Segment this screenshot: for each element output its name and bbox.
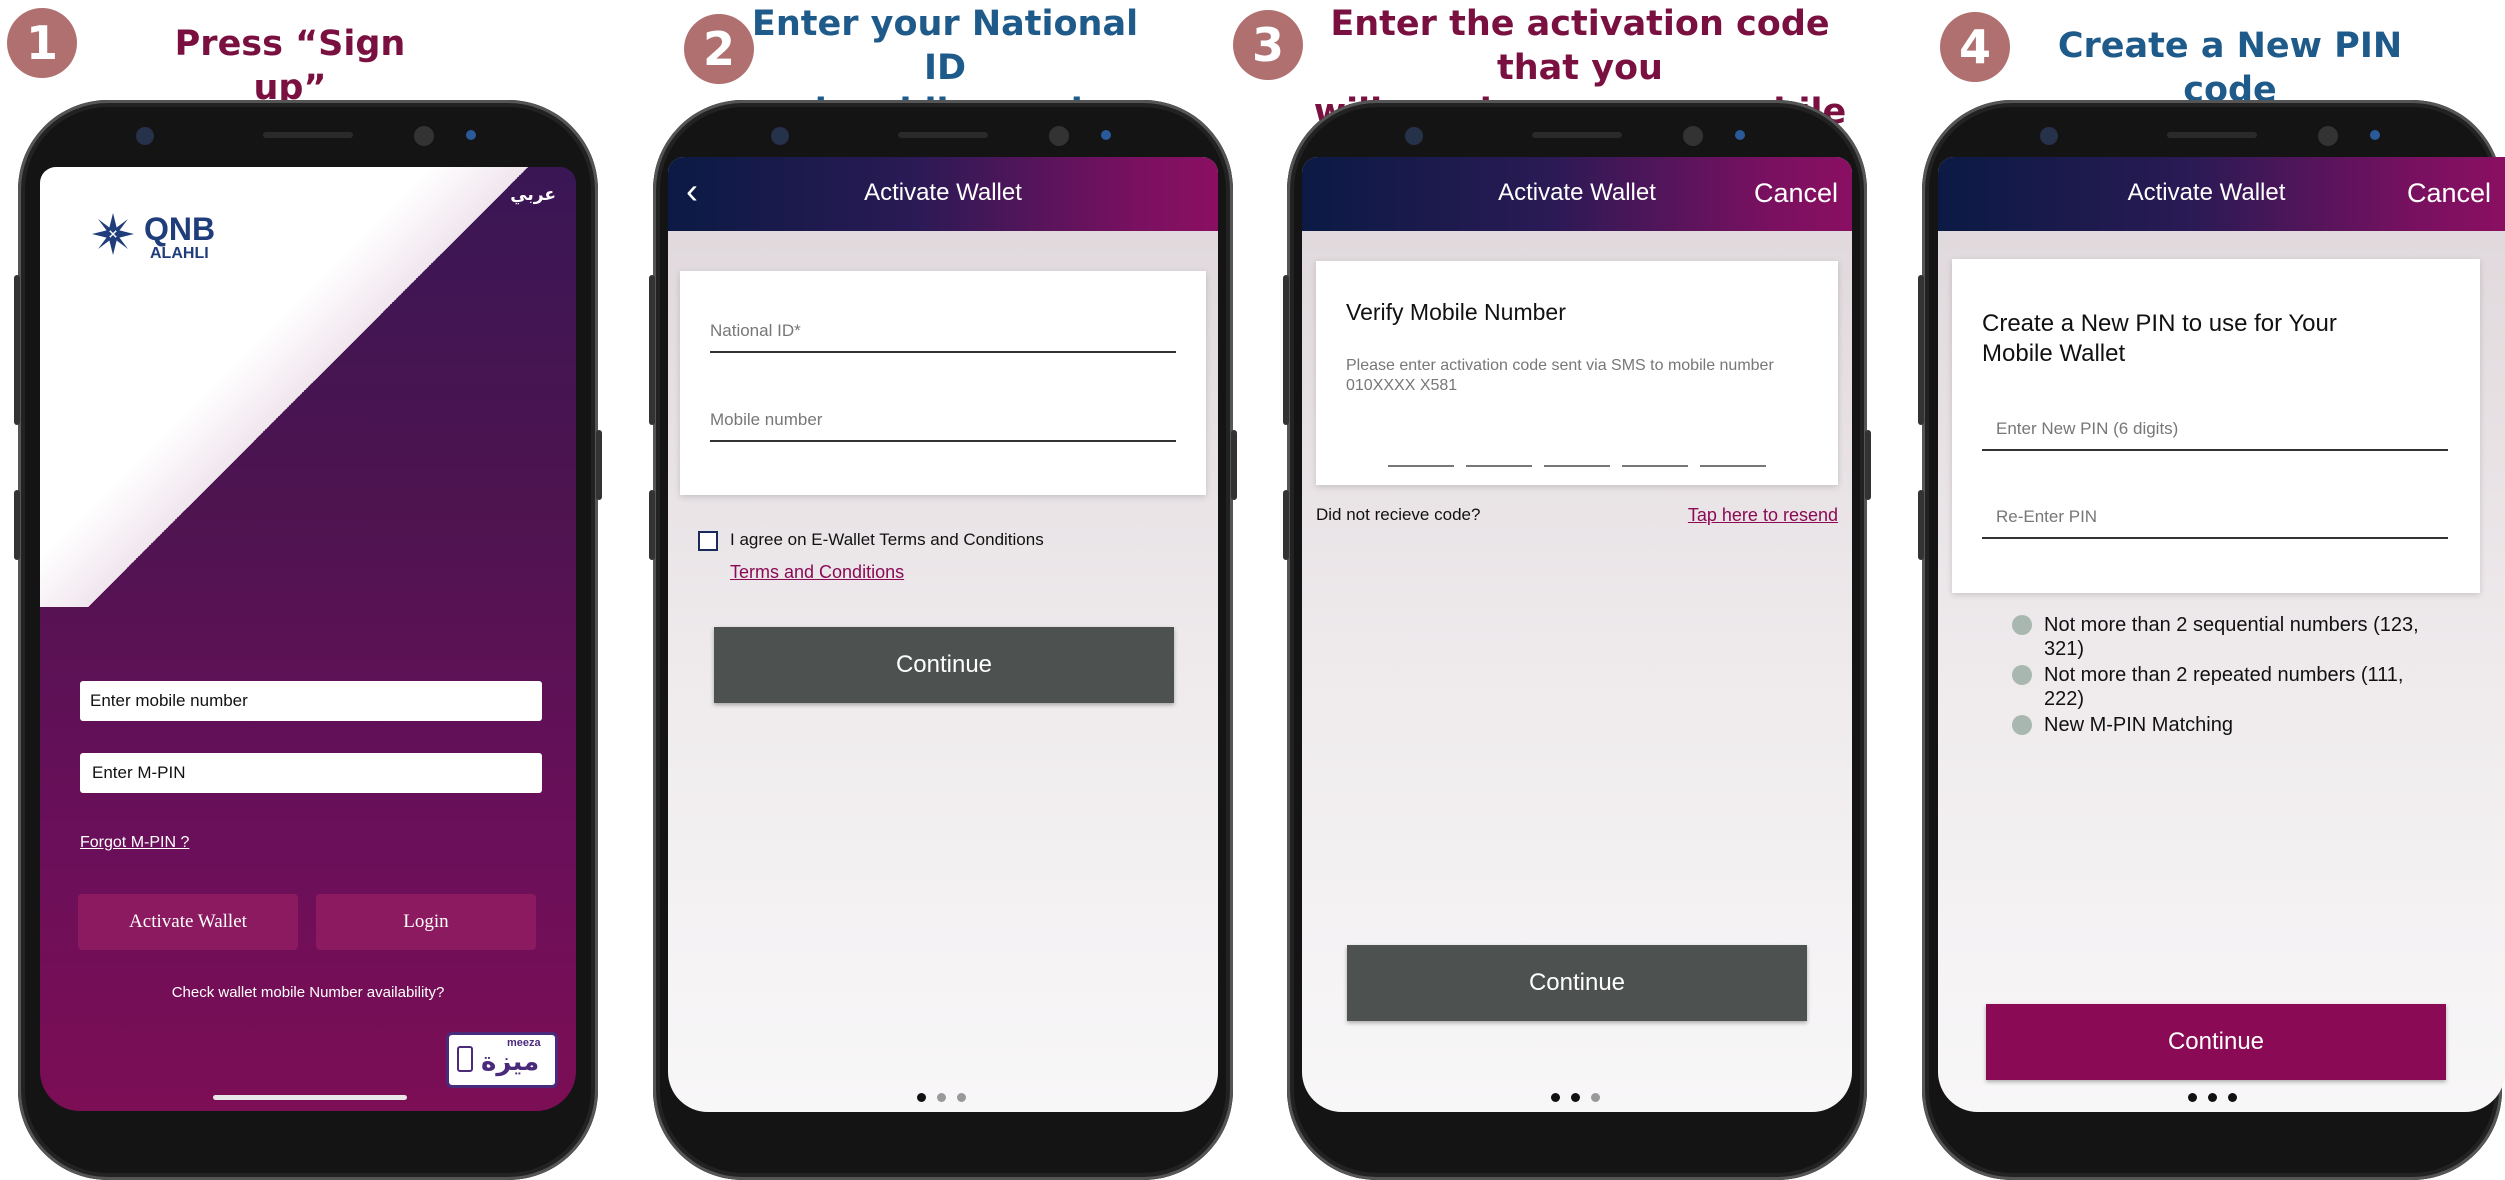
cancel-button[interactable]: Cancel: [2407, 178, 2491, 209]
screen-create-pin: Activate Wallet Cancel Create a New PIN …: [1938, 157, 2505, 1112]
phone-frame-2: ‹ Activate Wallet National ID* Mobile nu…: [649, 100, 1237, 1180]
pin-rule-item: Not more than 2 repeated numbers (111, 2…: [2012, 663, 2432, 711]
pin-rule-item: New M-PIN Matching: [2012, 713, 2432, 737]
step-3-badge: 3: [1233, 10, 1303, 80]
step-1-badge: 1: [7, 8, 77, 78]
home-indicator: [213, 1095, 407, 1100]
agree-checkbox[interactable]: [698, 531, 718, 551]
login-button[interactable]: Login: [316, 894, 536, 950]
forgot-mpin-link[interactable]: Forgot M-PIN ?: [80, 834, 189, 852]
screen-login: QNB ALAHLI عربي Enter mobile number Ente…: [40, 167, 576, 1111]
pin-rule-item: Not more than 2 sequential numbers (123,…: [2012, 613, 2432, 661]
rule-status-icon: [2012, 615, 2032, 635]
app-bar-title: Activate Wallet: [2127, 179, 2286, 206]
code-input-3[interactable]: [1544, 465, 1610, 467]
pin-rules-list: Not more than 2 sequential numbers (123,…: [2012, 613, 2432, 737]
app-bar: ‹ Activate Wallet: [668, 157, 1218, 231]
mpin-input[interactable]: Enter M-PIN: [80, 753, 542, 793]
phone-frame-4: Activate Wallet Cancel Create a New PIN …: [1918, 100, 2505, 1180]
not-received-text: Did not recieve code?: [1316, 505, 1481, 524]
phone-icon: [457, 1046, 473, 1072]
step-4-badge: 4: [1940, 12, 2010, 82]
logo-icon: [90, 211, 136, 257]
new-pin-field[interactable]: Enter New PIN (6 digits): [1982, 419, 2448, 451]
page-indicator: [917, 1093, 966, 1102]
rule-status-icon: [2012, 715, 2032, 735]
rule-status-icon: [2012, 665, 2032, 685]
check-availability-link[interactable]: Check wallet mobile Number availability?: [40, 984, 576, 1001]
form-card: National ID* Mobile number: [680, 271, 1206, 495]
card-title: Verify Mobile Number: [1346, 299, 1566, 325]
logo-text: QNB: [144, 211, 216, 247]
pin-card: Create a New PIN to use for Your Mobile …: [1952, 259, 2480, 593]
agree-label: I agree on E-Wallet Terms and Conditions: [730, 530, 1044, 549]
code-input-1[interactable]: [1388, 465, 1454, 467]
terms-link[interactable]: Terms and Conditions: [730, 562, 904, 583]
app-bar-title: Activate Wallet: [864, 179, 1022, 206]
continue-button[interactable]: Continue: [1986, 1004, 2446, 1080]
continue-button[interactable]: Continue: [714, 627, 1174, 703]
screen-activate-wallet: ‹ Activate Wallet National ID* Mobile nu…: [668, 157, 1218, 1112]
national-id-field[interactable]: National ID*: [710, 321, 1176, 353]
app-bar: Activate Wallet Cancel: [1302, 157, 1852, 231]
reenter-pin-field[interactable]: Re-Enter PIN: [1982, 507, 2448, 539]
activate-wallet-button[interactable]: Activate Wallet: [78, 894, 298, 950]
logo-subtext: ALAHLI: [150, 245, 209, 262]
card-title: Create a New PIN to use for Your Mobile …: [1982, 310, 2337, 367]
code-input-5[interactable]: [1700, 465, 1766, 467]
screen-verify-mobile: Activate Wallet Cancel Verify Mobile Num…: [1302, 157, 1852, 1112]
verify-card: Verify Mobile Number Please enter activa…: [1316, 261, 1838, 485]
page-indicator: [1551, 1093, 1600, 1102]
cancel-button[interactable]: Cancel: [1754, 178, 1838, 209]
card-description: Please enter activation code sent via SM…: [1346, 357, 1774, 394]
step-1-title: Press “Sign up”: [174, 24, 406, 108]
phone-frame-1: QNB ALAHLI عربي Enter mobile number Ente…: [14, 100, 602, 1180]
meeza-logo: meeza ميزة: [446, 1032, 558, 1088]
page-indicator: [2188, 1093, 2237, 1102]
continue-button[interactable]: Continue: [1347, 945, 1807, 1021]
resend-link[interactable]: Tap here to resend: [1688, 505, 1838, 526]
code-input-4[interactable]: [1622, 465, 1688, 467]
mobile-number-input[interactable]: Enter mobile number: [80, 681, 542, 721]
code-input-2[interactable]: [1466, 465, 1532, 467]
app-bar: Activate Wallet Cancel: [1938, 157, 2505, 231]
mobile-number-field[interactable]: Mobile number: [710, 410, 1176, 442]
language-toggle[interactable]: عربي: [510, 185, 556, 205]
step-4-title: Create a New PIN code: [2057, 26, 2403, 110]
phone-frame-3: Activate Wallet Cancel Verify Mobile Num…: [1283, 100, 1871, 1180]
